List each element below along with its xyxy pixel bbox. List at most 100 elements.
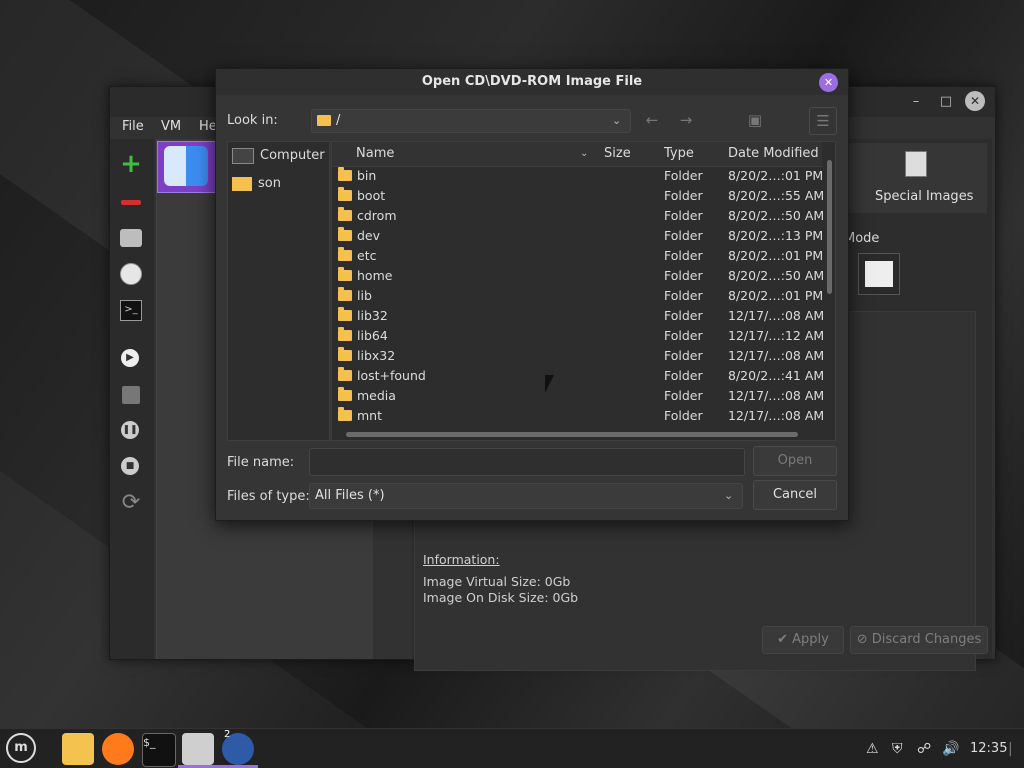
files-of-type-combo[interactable]: All Files (*) ⌄ <box>309 483 743 509</box>
discard-changes-button[interactable]: ⊘ Discard Changes <box>850 626 988 654</box>
mint-menu-icon[interactable]: m <box>6 733 36 763</box>
info-heading: Information: <box>423 552 500 567</box>
clock[interactable]: 12:35 <box>970 741 1007 756</box>
new-folder-icon[interactable]: ▣ <box>743 109 767 131</box>
file-type: Folder <box>664 288 703 303</box>
file-row[interactable]: boot Folder 8/20/2…:55 AM <box>332 186 825 206</box>
menu-vm[interactable]: VM <box>161 119 181 134</box>
disk-icon[interactable] <box>118 225 144 251</box>
file-date-modified: 8/20/2…:01 PM <box>728 248 824 263</box>
vm-list-item[interactable] <box>157 141 217 193</box>
file-row[interactable]: mnt Folder 12/17/…:08 AM <box>332 406 824 426</box>
volume-icon[interactable]: 🔊 <box>942 741 959 757</box>
refresh-icon[interactable]: ⟳ <box>118 490 144 516</box>
file-row[interactable]: dev Folder 8/20/2…:13 PM <box>332 226 823 246</box>
file-type: Folder <box>664 248 703 263</box>
look-in-combo[interactable]: / ⌄ <box>311 109 631 133</box>
macos-finder-icon <box>164 146 208 186</box>
open-button[interactable]: Open <box>753 446 837 476</box>
network-icon[interactable]: ☍ <box>917 741 931 757</box>
back-arrow-icon[interactable]: ← <box>640 109 664 131</box>
places-sidebar: Computer son <box>227 141 330 441</box>
clock-icon[interactable] <box>118 261 144 287</box>
pause-icon[interactable]: ❚❚ <box>118 418 144 444</box>
folder-icon <box>232 176 252 191</box>
taskbar: m $_ 2 ⚠ ⛨ ☍ 🔊 12:35 | <box>0 728 1024 768</box>
computer-icon <box>232 147 254 164</box>
files-of-type-value: All Files (*) <box>315 488 385 503</box>
file-row[interactable]: lib32 Folder 12/17/…:08 AM <box>332 306 824 326</box>
virtual-size-text: Image Virtual Size: 0Gb <box>423 574 571 589</box>
file-date-modified: 12/17/…:08 AM <box>728 388 825 403</box>
discard-label: Discard Changes <box>871 632 982 647</box>
folder-icon <box>338 367 352 381</box>
files-app-icon[interactable] <box>62 733 94 765</box>
update-icon[interactable]: ⚠ <box>866 741 879 757</box>
column-size[interactable]: Size <box>604 142 631 166</box>
mode-label: Mode <box>844 231 880 246</box>
place-computer[interactable]: Computer <box>232 144 326 168</box>
minimize-icon[interactable]: – <box>906 92 926 112</box>
open-file-dialog: Open CD\DVD-ROM Image File ✕ Look in: / … <box>215 68 849 521</box>
file-date-modified: 8/20/2…:41 AM <box>728 368 825 383</box>
stop-icon[interactable]: ■ <box>118 454 144 480</box>
place-computer-label: Computer <box>260 148 325 163</box>
cancel-button[interactable]: Cancel <box>753 480 837 510</box>
list-view-icon[interactable]: ☰ <box>809 107 837 135</box>
file-row[interactable]: etc Folder 8/20/2…:01 PM <box>332 246 824 266</box>
file-row[interactable]: home Folder 8/20/2…:50 AM <box>332 266 824 286</box>
file-name-input[interactable] <box>309 448 745 476</box>
firefox-icon[interactable] <box>102 733 134 765</box>
file-row[interactable]: lib Folder 8/20/2…:01 PM <box>332 286 823 306</box>
column-date-modified[interactable]: Date Modified <box>728 142 819 166</box>
place-son[interactable]: son <box>232 172 326 196</box>
folder-icon <box>338 407 352 421</box>
file-row[interactable]: lib64 Folder 12/17/…:12 AM <box>332 326 824 346</box>
mode-option[interactable] <box>858 253 900 295</box>
add-vm-icon[interactable]: + <box>118 151 144 177</box>
terminal-app-icon[interactable]: $_ <box>142 733 176 767</box>
close-icon[interactable]: ✕ <box>965 91 985 111</box>
mouse-cursor-icon <box>545 375 554 393</box>
file-type: Folder <box>664 408 703 423</box>
file-name: cdrom <box>357 208 397 223</box>
file-row[interactable]: bin Folder 8/20/2…:01 PM <box>332 166 823 186</box>
save-icon[interactable] <box>118 382 144 408</box>
remove-vm-icon[interactable] <box>118 189 144 215</box>
column-type[interactable]: Type <box>664 142 694 166</box>
folder-icon <box>338 267 352 281</box>
apply-button[interactable]: ✔ Apply <box>762 626 844 654</box>
forward-arrow-icon[interactable]: → <box>674 109 698 131</box>
file-name: lib32 <box>357 308 388 323</box>
file-row[interactable]: media Folder 12/17/…:08 AM <box>332 386 825 406</box>
file-name: lib64 <box>357 328 388 343</box>
vertical-scrollbar[interactable] <box>825 142 835 440</box>
check-icon: ✔ <box>777 632 793 647</box>
show-desktop-icon[interactable]: | <box>1008 741 1013 757</box>
horizontal-scroll-thumb[interactable] <box>346 432 798 437</box>
maximize-icon[interactable]: □ <box>936 92 956 112</box>
special-image-icon <box>905 151 927 177</box>
terminal-icon[interactable]: >_ <box>118 297 144 323</box>
column-name[interactable]: Name <box>356 142 394 166</box>
apply-label: Apply <box>792 632 829 647</box>
close-icon[interactable]: ✕ <box>819 73 838 92</box>
file-type: Folder <box>664 348 703 363</box>
menu-file[interactable]: File <box>122 119 144 134</box>
file-list-header: Name ⌄ Size Type Date Modified <box>332 142 822 167</box>
settings-toggle-icon[interactable] <box>182 733 214 765</box>
play-icon[interactable]: ▶ <box>118 346 144 372</box>
look-in-label: Look in: <box>227 113 278 128</box>
file-name: mnt <box>357 408 382 423</box>
file-row[interactable]: cdrom Folder 8/20/2…:50 AM <box>332 206 824 226</box>
folder-icon <box>338 187 352 201</box>
vertical-scroll-thumb[interactable] <box>827 160 832 294</box>
file-date-modified: 8/20/2…:55 AM <box>728 188 825 203</box>
shield-icon[interactable]: ⛨ <box>892 741 903 757</box>
special-images-tab[interactable]: Special Images <box>844 143 987 213</box>
file-name: dev <box>357 228 381 243</box>
file-type: Folder <box>664 208 703 223</box>
file-row[interactable]: lost+found Folder 8/20/2…:41 AM <box>332 366 825 386</box>
folder-icon <box>338 247 352 261</box>
file-row[interactable]: libx32 Folder 12/17/…:08 AM <box>332 346 824 366</box>
